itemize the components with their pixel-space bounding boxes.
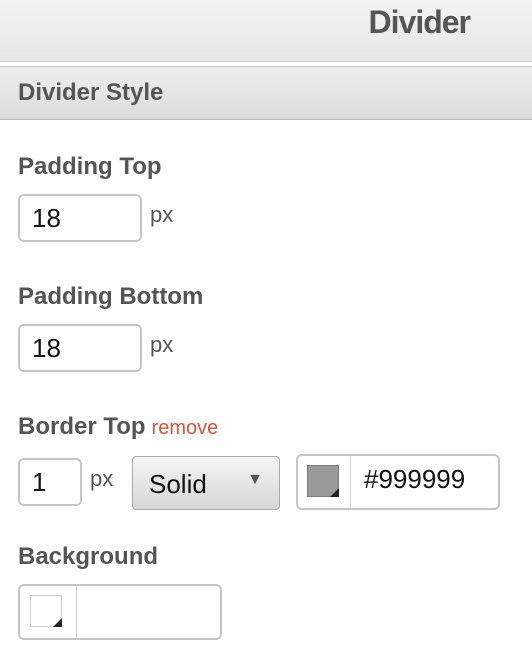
- panel-title: Divider: [368, 4, 471, 40]
- border-width-input[interactable]: [18, 458, 82, 506]
- padding-bottom-unit: px: [150, 332, 174, 357]
- section-title: Divider Style: [18, 79, 164, 106]
- panel-header: Divider: [0, 0, 532, 62]
- remove-link[interactable]: remove: [152, 417, 219, 439]
- padding-top-label: Padding Top: [18, 153, 162, 180]
- border-top-label-row: Border Top remove: [18, 413, 218, 441]
- padding-bottom-input[interactable]: [18, 324, 142, 372]
- border-color-swatch-button[interactable]: [298, 456, 351, 508]
- border-width-unit: px: [90, 466, 114, 491]
- background-label: Background: [18, 543, 159, 570]
- padding-top-unit: px: [150, 202, 174, 227]
- color-swatch-icon: [307, 465, 339, 497]
- border-style-select[interactable]: Solid ▼: [132, 456, 280, 510]
- padding-top-input[interactable]: [18, 194, 142, 242]
- padding-bottom-label: Padding Bottom: [18, 283, 204, 310]
- background-color-field[interactable]: [18, 584, 222, 640]
- color-swatch-icon: [30, 595, 62, 627]
- border-style-value: Solid: [149, 469, 207, 499]
- triangle-down-icon: ▼: [247, 471, 263, 488]
- corner-triangle-icon: [53, 618, 62, 627]
- corner-triangle-icon: [330, 488, 339, 497]
- border-color-value[interactable]: #999999: [364, 464, 465, 495]
- border-color-field[interactable]: #999999: [296, 454, 500, 510]
- section-header[interactable]: Divider Style: [0, 66, 532, 120]
- border-top-label: Border Top: [18, 413, 146, 440]
- background-color-swatch-button[interactable]: [20, 586, 77, 638]
